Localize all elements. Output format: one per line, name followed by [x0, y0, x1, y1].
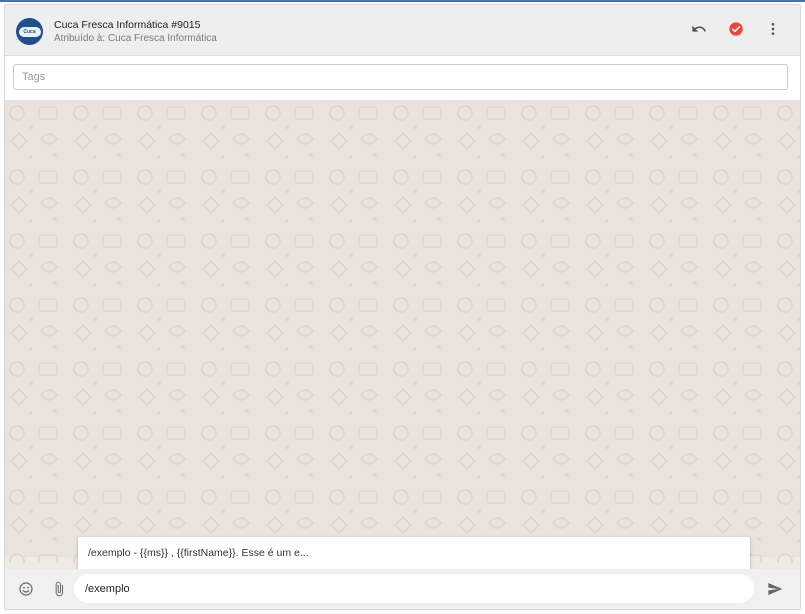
tags-input[interactable]: [13, 64, 788, 90]
top-accent-line: [0, 0, 805, 2]
undo-icon: [692, 25, 706, 32]
emoji-button[interactable]: [17, 580, 35, 598]
avatar: Cuca Fresca: [16, 18, 43, 45]
resolve-button[interactable]: [726, 19, 746, 39]
messages-area: [5, 101, 800, 563]
chat-wallpaper-pattern: [5, 101, 800, 563]
ticket-chat-panel: Cuca Fresca Cuca Fresca Informática #901…: [4, 4, 801, 610]
ticket-title: Cuca Fresca Informática #9015: [54, 19, 201, 31]
ticket-header: Cuca Fresca Cuca Fresca Informática #901…: [5, 5, 800, 56]
more-vert-icon: [771, 23, 775, 35]
attach-icon: [55, 581, 63, 597]
check-circle-icon: [729, 22, 743, 36]
attach-button[interactable]: [50, 580, 68, 598]
send-button[interactable]: [766, 580, 784, 598]
message-input[interactable]: [74, 574, 754, 603]
quick-answer-suggestion[interactable]: /exemplo - {{ms}} , {{firstName}}. Esse …: [78, 537, 750, 570]
send-icon: [768, 583, 783, 595]
message-composer: [5, 569, 800, 609]
return-button[interactable]: [689, 19, 709, 39]
tags-bar: [5, 56, 800, 101]
avatar-logo-text: Cuca Fresca: [18, 26, 41, 45]
ticket-assignee: Atribuído à: Cuca Fresca Informática: [54, 33, 217, 44]
emoji-icon: [19, 582, 33, 596]
more-options-button[interactable]: [763, 19, 783, 39]
